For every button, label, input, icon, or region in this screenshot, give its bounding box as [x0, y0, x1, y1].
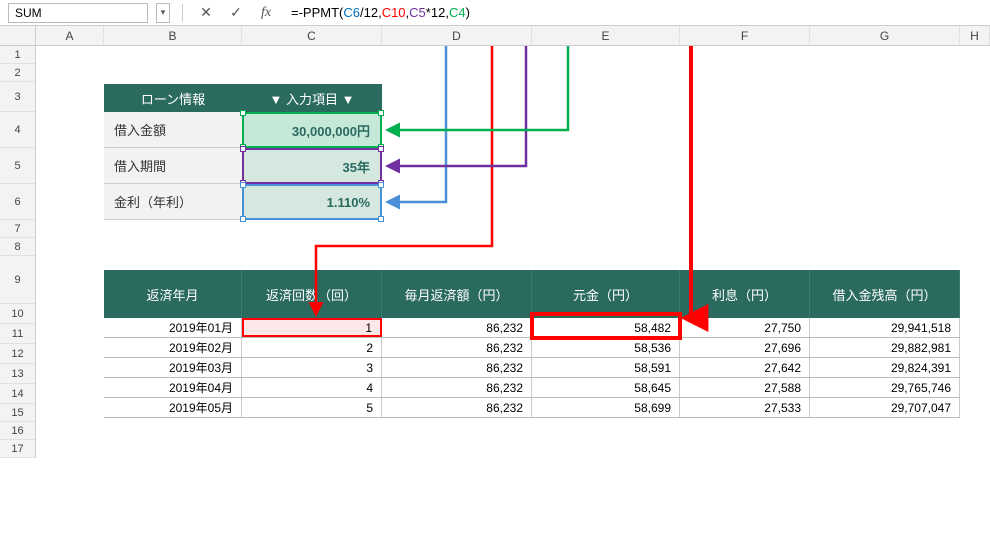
cell[interactable]: 2019年01月 — [104, 318, 242, 337]
cell[interactable]: 27,533 — [680, 398, 810, 417]
cell[interactable]: 86,232 — [382, 398, 532, 417]
cancel-button[interactable]: ✕ — [195, 3, 217, 23]
col-header-g[interactable]: G — [810, 26, 960, 45]
cell-c6[interactable]: 1.110% — [242, 184, 382, 220]
cell[interactable]: 2019年03月 — [104, 358, 242, 377]
row-header[interactable]: 13 — [0, 364, 35, 384]
confirm-button[interactable]: ✓ — [225, 3, 247, 23]
row-header[interactable]: 9 — [0, 256, 35, 304]
table-row: 2019年02月 2 86,232 58,536 27,696 29,882,9… — [104, 338, 960, 358]
row-header[interactable]: 4 — [0, 112, 35, 148]
col-header-a[interactable]: A — [36, 26, 104, 45]
col-header-c[interactable]: C — [242, 26, 382, 45]
cell-c4[interactable]: 30,000,000円 — [242, 112, 382, 148]
cell[interactable]: 4 — [242, 378, 382, 397]
cell[interactable]: 86,232 — [382, 318, 532, 337]
loan-amount-label: 借入金額 — [104, 112, 242, 148]
th-date: 返済年月 — [104, 270, 242, 318]
name-box-dropdown[interactable]: ▾ — [156, 3, 170, 23]
cell[interactable]: 2019年04月 — [104, 378, 242, 397]
loan-header-label: ローン情報 — [104, 84, 242, 112]
select-all-corner[interactable] — [0, 26, 36, 45]
row-header[interactable]: 17 — [0, 440, 35, 458]
cell[interactable]: 5 — [242, 398, 382, 417]
cells-area[interactable]: ローン情報 ▼ 入力項目 ▼ 借入金額 30,000,000円 借入期間 35年… — [36, 46, 990, 458]
cell[interactable]: 2 — [242, 338, 382, 357]
col-header-f[interactable]: F — [680, 26, 810, 45]
th-interest: 利息（円） — [680, 270, 810, 318]
cell[interactable]: 86,232 — [382, 378, 532, 397]
loan-rate-label: 金利（年利） — [104, 184, 242, 220]
th-count: 返済回数（回） — [242, 270, 382, 318]
table-row: 2019年05月 5 86,232 58,699 27,533 29,707,0… — [104, 398, 960, 418]
row-headers: 1 2 3 4 5 6 7 8 9 10 11 12 13 14 15 16 1… — [0, 46, 36, 458]
row-header[interactable]: 8 — [0, 238, 35, 256]
th-balance: 借入金残高（円） — [810, 270, 960, 318]
payment-table-header: 返済年月 返済回数（回） 毎月返済額（円） 元金（円） 利息（円） 借入金残高（… — [104, 270, 960, 318]
cell[interactable]: 58,699 — [532, 398, 680, 417]
row-header[interactable]: 12 — [0, 344, 35, 364]
formula-input[interactable]: =-PPMT(C6/12,C10,C5*12,C4) — [285, 3, 476, 23]
fx-button[interactable]: fx — [255, 3, 277, 23]
row-header[interactable]: 5 — [0, 148, 35, 184]
row-header[interactable]: 14 — [0, 384, 35, 404]
cell[interactable]: 58,645 — [532, 378, 680, 397]
row-header[interactable]: 3 — [0, 82, 35, 112]
row-header[interactable]: 6 — [0, 184, 35, 220]
col-header-b[interactable]: B — [104, 26, 242, 45]
highlight-box-e10 — [530, 312, 682, 340]
spreadsheet-grid: A B C D E F G H 1 2 3 4 5 6 7 8 9 10 11 … — [0, 26, 990, 458]
formula-bar: SUM ▾ ✕ ✓ fx =-PPMT(C6/12,C10,C5*12,C4) — [0, 0, 990, 26]
table-row: 2019年04月 4 86,232 58,645 27,588 29,765,7… — [104, 378, 960, 398]
col-header-h[interactable]: H — [960, 26, 990, 45]
cell[interactable]: 29,824,391 — [810, 358, 960, 377]
cell[interactable]: 29,941,518 — [810, 318, 960, 337]
cell[interactable]: 27,588 — [680, 378, 810, 397]
col-header-e[interactable]: E — [532, 26, 680, 45]
row-header[interactable]: 7 — [0, 220, 35, 238]
row-header[interactable]: 16 — [0, 422, 35, 440]
loan-period-label: 借入期間 — [104, 148, 242, 184]
cell[interactable]: 27,750 — [680, 318, 810, 337]
th-payment: 毎月返済額（円） — [382, 270, 532, 318]
th-principal: 元金（円） — [532, 270, 680, 318]
cell[interactable]: 29,765,746 — [810, 378, 960, 397]
cell-c10[interactable]: 1 — [242, 318, 382, 337]
cell[interactable]: 27,642 — [680, 358, 810, 377]
cell[interactable]: 86,232 — [382, 358, 532, 377]
column-headers: A B C D E F G H — [0, 26, 990, 46]
row-header[interactable]: 10 — [0, 304, 35, 324]
cell[interactable]: 2019年05月 — [104, 398, 242, 417]
loan-info-header: ローン情報 ▼ 入力項目 ▼ — [104, 84, 382, 112]
cell[interactable]: 86,232 — [382, 338, 532, 357]
cell[interactable]: 27,696 — [680, 338, 810, 357]
col-header-d[interactable]: D — [382, 26, 532, 45]
cell-c5[interactable]: 35年 — [242, 148, 382, 184]
cell[interactable]: 3 — [242, 358, 382, 377]
row-header[interactable]: 1 — [0, 46, 35, 64]
cell[interactable]: 58,591 — [532, 358, 680, 377]
cell[interactable]: 29,882,981 — [810, 338, 960, 357]
cell[interactable]: 29,707,047 — [810, 398, 960, 417]
row-header[interactable]: 2 — [0, 64, 35, 82]
cell[interactable]: 2019年02月 — [104, 338, 242, 357]
name-box[interactable]: SUM — [8, 3, 148, 23]
cell[interactable]: 58,536 — [532, 338, 680, 357]
row-header[interactable]: 11 — [0, 324, 35, 344]
loan-header-input: ▼ 入力項目 ▼ — [242, 84, 382, 112]
table-row: 2019年03月 3 86,232 58,591 27,642 29,824,3… — [104, 358, 960, 378]
row-header[interactable]: 15 — [0, 404, 35, 422]
